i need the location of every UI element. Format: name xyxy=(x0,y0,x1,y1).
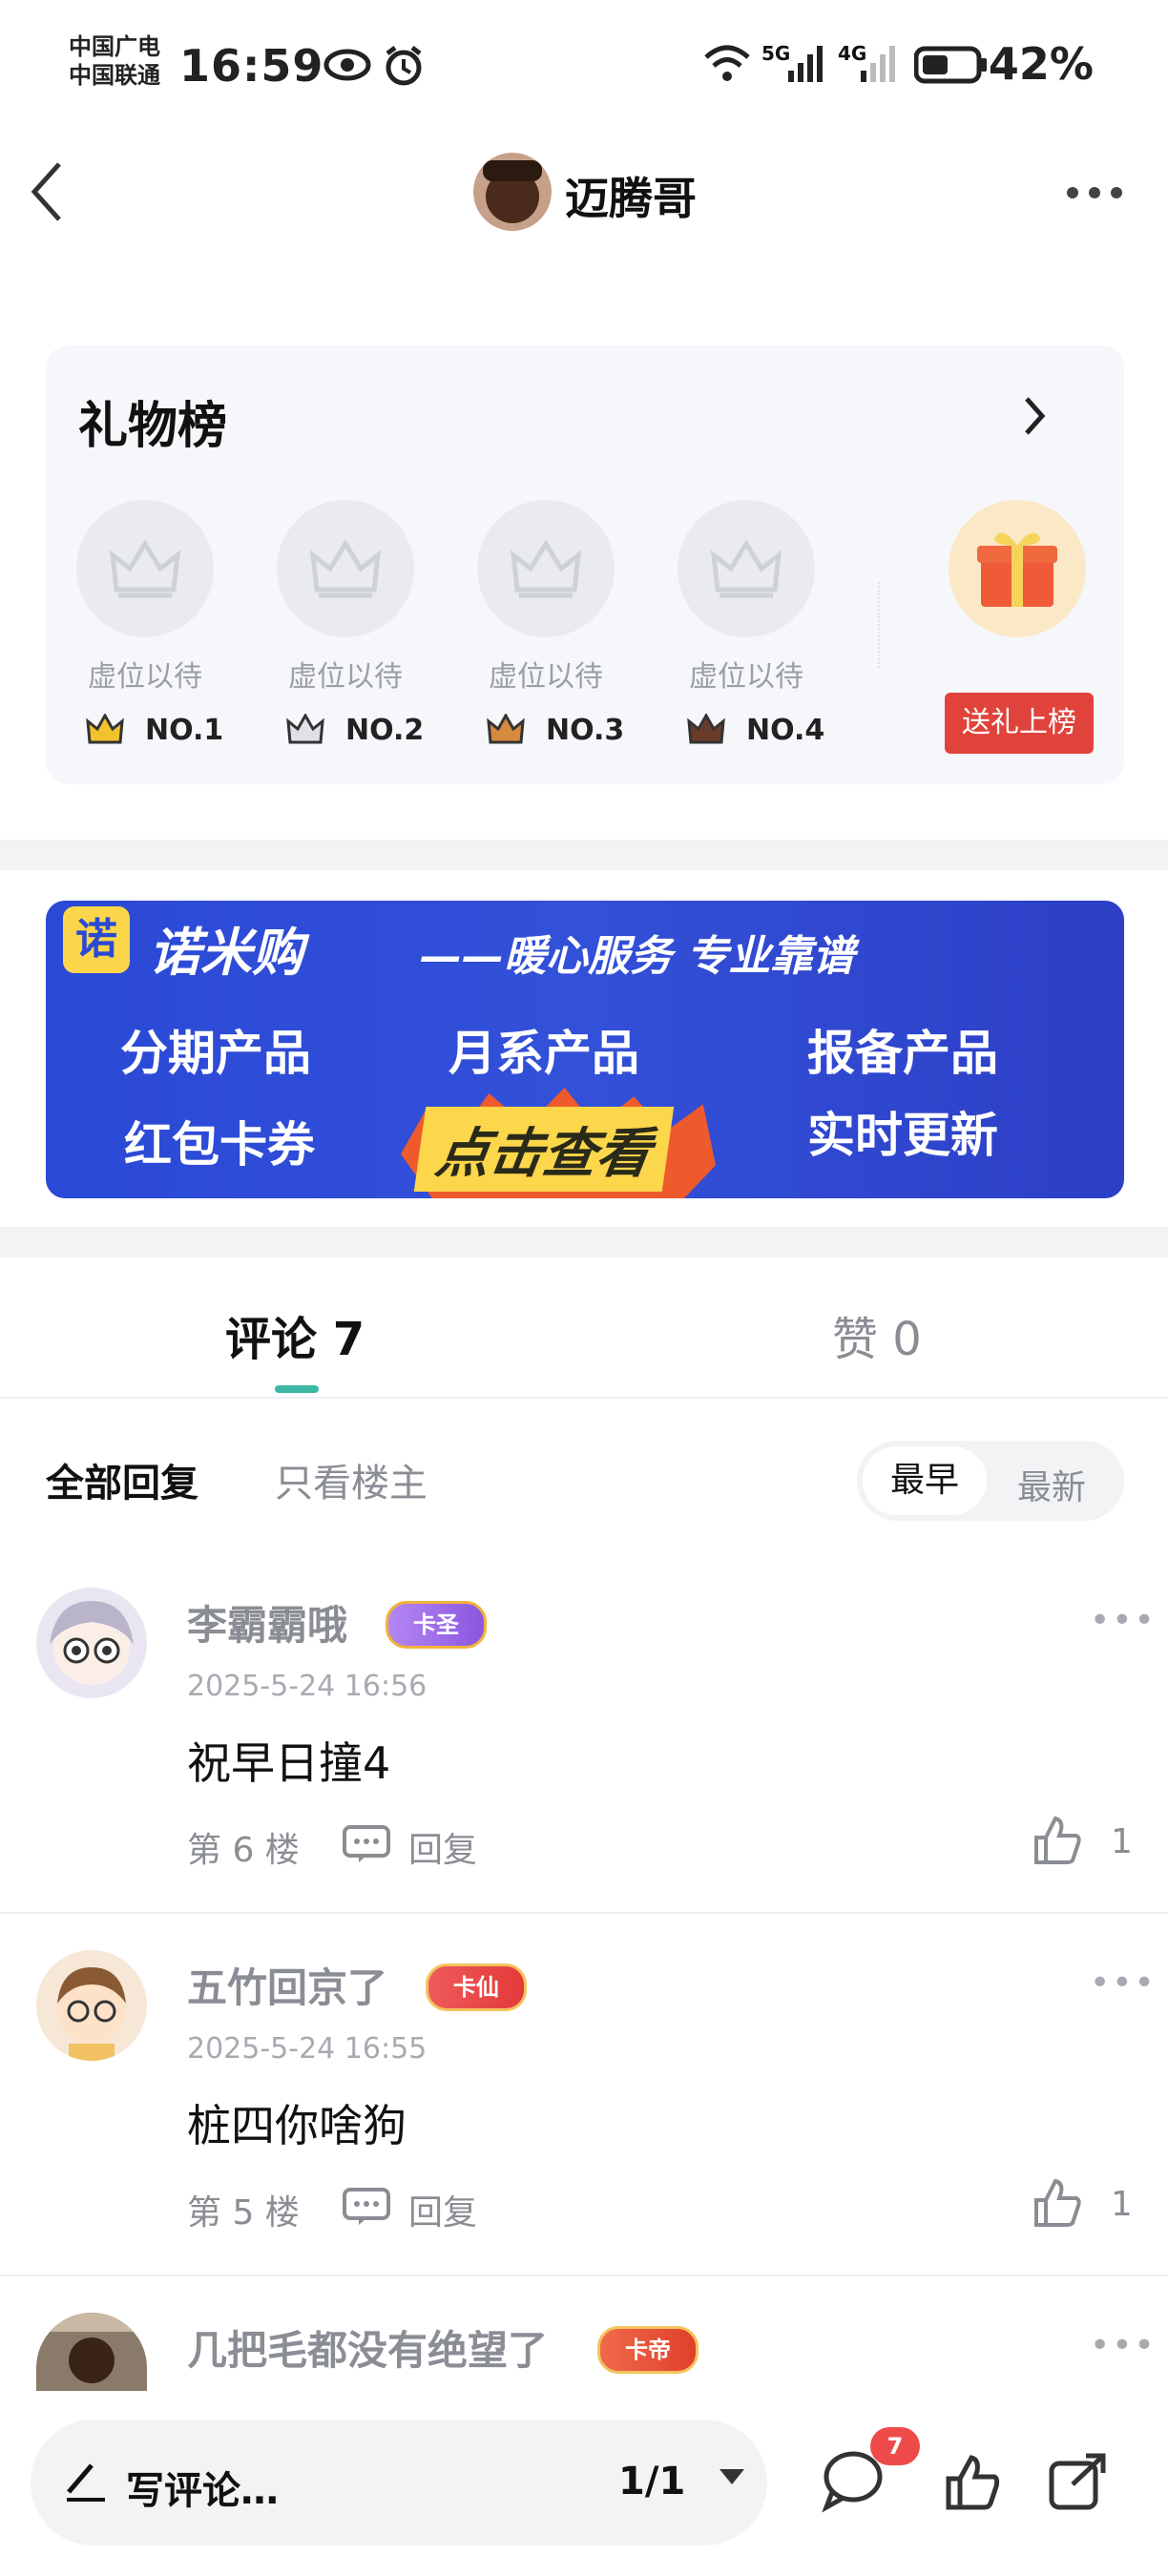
rank-crown-1-icon xyxy=(86,714,124,744)
crown-outline-icon xyxy=(309,539,382,598)
reply-button[interactable]: 回复 xyxy=(408,2185,477,2234)
banner-title: 诺米购 xyxy=(149,923,303,983)
rank-label-3: NO.3 xyxy=(546,714,625,747)
pen-icon xyxy=(67,2463,105,2502)
filter-host-only[interactable]: 只看楼主 xyxy=(275,1452,428,1507)
message-count-badge: 7 xyxy=(870,2427,920,2465)
comment-more-icon[interactable]: ••• xyxy=(1090,2326,1157,2365)
reply-button[interactable]: 回复 xyxy=(408,1822,477,1872)
tab-underline xyxy=(0,1397,1168,1399)
comment-separator xyxy=(0,1912,1168,1914)
wifi-icon xyxy=(704,45,750,81)
section-divider-2 xyxy=(0,1227,1168,1257)
crown-outline-icon xyxy=(710,539,782,598)
filter-all-replies[interactable]: 全部回复 xyxy=(46,1452,198,1507)
gift-box-icon xyxy=(977,532,1057,607)
comment-time: 2025-5-24 16:56 xyxy=(187,1670,428,1703)
banner-item-2: 月系产品 xyxy=(448,1026,639,1081)
signal-icon-1 xyxy=(788,46,823,82)
reply-icon[interactable] xyxy=(342,2187,391,2227)
carrier-2: 中国联通 xyxy=(69,62,160,89)
rank-crown-4-icon xyxy=(687,714,725,744)
gift-slot-3[interactable] xyxy=(477,500,615,637)
eye-icon xyxy=(323,49,371,81)
comment-floor: 第 5 楼 xyxy=(187,2193,300,2233)
like-count: 1 xyxy=(1111,1822,1133,1861)
gift-slot-1[interactable] xyxy=(76,500,214,637)
rank-crown-3-icon xyxy=(487,714,525,744)
thumbs-up-icon[interactable] xyxy=(1032,2177,1082,2229)
banner-item-4: 红包卡券 xyxy=(124,1117,315,1173)
crown-outline-icon xyxy=(510,539,582,598)
page-indicator[interactable]: 1/1 xyxy=(618,2460,685,2503)
tab-indicator xyxy=(275,1385,319,1393)
gift-slot-4[interactable] xyxy=(678,500,815,637)
dropdown-triangle-icon[interactable] xyxy=(718,2467,746,2486)
crown-outline-icon xyxy=(109,539,181,598)
signal-icon-2 xyxy=(861,46,895,82)
share-icon[interactable] xyxy=(1048,2450,1111,2511)
carrier-1: 中国广电 xyxy=(69,33,160,60)
rank-label-1: NO.1 xyxy=(145,714,224,747)
header-username: 迈腾哥 xyxy=(565,173,697,224)
level-badge: 卡仙 xyxy=(426,1963,527,2011)
rank-crown-2-icon xyxy=(286,714,324,744)
tab-comments[interactable]: 评论 7 xyxy=(225,1301,365,1368)
rank-label-2: NO.2 xyxy=(345,714,425,747)
comment-username[interactable]: 李霸霸哦 xyxy=(187,1593,347,1652)
comment-username[interactable]: 五竹回京了 xyxy=(187,1956,387,2014)
comment-separator xyxy=(0,2275,1168,2276)
battery-percent: 42% xyxy=(988,38,1094,90)
gift-slot-1-label: 虚位以待 xyxy=(88,660,202,694)
gift-slot-2-label: 虚位以待 xyxy=(288,660,403,694)
sort-latest-button[interactable]: 最新 xyxy=(1017,1460,1086,1509)
comment-text: 祝早日撞4 xyxy=(187,1737,391,1789)
level-badge: 卡圣 xyxy=(386,1601,487,1649)
status-time: 16:59 xyxy=(179,40,324,92)
comment-input-placeholder[interactable]: 写评论… xyxy=(126,2460,279,2515)
more-icon[interactable] xyxy=(1063,183,1126,202)
gift-slot-3-label: 虚位以待 xyxy=(489,660,603,694)
comment-more-icon[interactable]: ••• xyxy=(1090,1963,1157,2003)
banner-item-5: 实时更新 xyxy=(807,1108,998,1163)
send-gift-button[interactable]: 送礼上榜 xyxy=(945,693,1094,754)
like-count: 1 xyxy=(1111,2185,1133,2224)
gift-slot-2[interactable] xyxy=(277,500,414,637)
comment-username[interactable]: 几把毛都没有绝望了 xyxy=(187,2318,548,2377)
comment-avatar[interactable] xyxy=(36,2313,147,2391)
banner-subtitle: ——暖心服务 专业靠谱 xyxy=(420,932,855,981)
battery-icon xyxy=(914,46,987,84)
send-gift-circle[interactable] xyxy=(949,500,1086,637)
sort-earliest-button[interactable]: 最早 xyxy=(863,1446,987,1515)
banner-item-3: 报备产品 xyxy=(807,1026,998,1081)
banner-cta[interactable]: 点击查看 xyxy=(413,1107,675,1192)
back-icon[interactable] xyxy=(29,160,67,223)
gift-slot-4-label: 虚位以待 xyxy=(689,660,803,694)
alarm-icon xyxy=(386,46,422,86)
banner-item-1: 分期产品 xyxy=(120,1026,311,1081)
comment-avatar[interactable] xyxy=(36,1950,147,2061)
level-badge: 卡帝 xyxy=(597,2326,699,2374)
rank-label-4: NO.4 xyxy=(746,714,825,747)
thumbs-up-icon[interactable] xyxy=(945,2454,1000,2511)
comment-floor: 第 6 楼 xyxy=(187,1831,300,1870)
banner-logo: 诺 xyxy=(63,906,130,973)
chevron-right-icon[interactable] xyxy=(1021,393,1048,439)
thumbs-up-icon[interactable] xyxy=(1032,1815,1082,1866)
header-avatar[interactable] xyxy=(473,153,552,231)
comment-time: 2025-5-24 16:55 xyxy=(187,2032,428,2066)
gift-board-title: 礼物榜 xyxy=(78,398,228,455)
tab-likes[interactable]: 赞 0 xyxy=(832,1301,922,1368)
comment-avatar[interactable] xyxy=(36,1588,147,1698)
comment-text: 桩四你啥狗 xyxy=(187,2100,407,2151)
section-divider-1 xyxy=(0,840,1168,870)
carrier-info: 中国广电 中国联通 xyxy=(69,32,160,90)
comment-more-icon[interactable]: ••• xyxy=(1090,1601,1157,1640)
reply-icon[interactable] xyxy=(342,1824,391,1864)
gift-divider xyxy=(878,582,882,668)
